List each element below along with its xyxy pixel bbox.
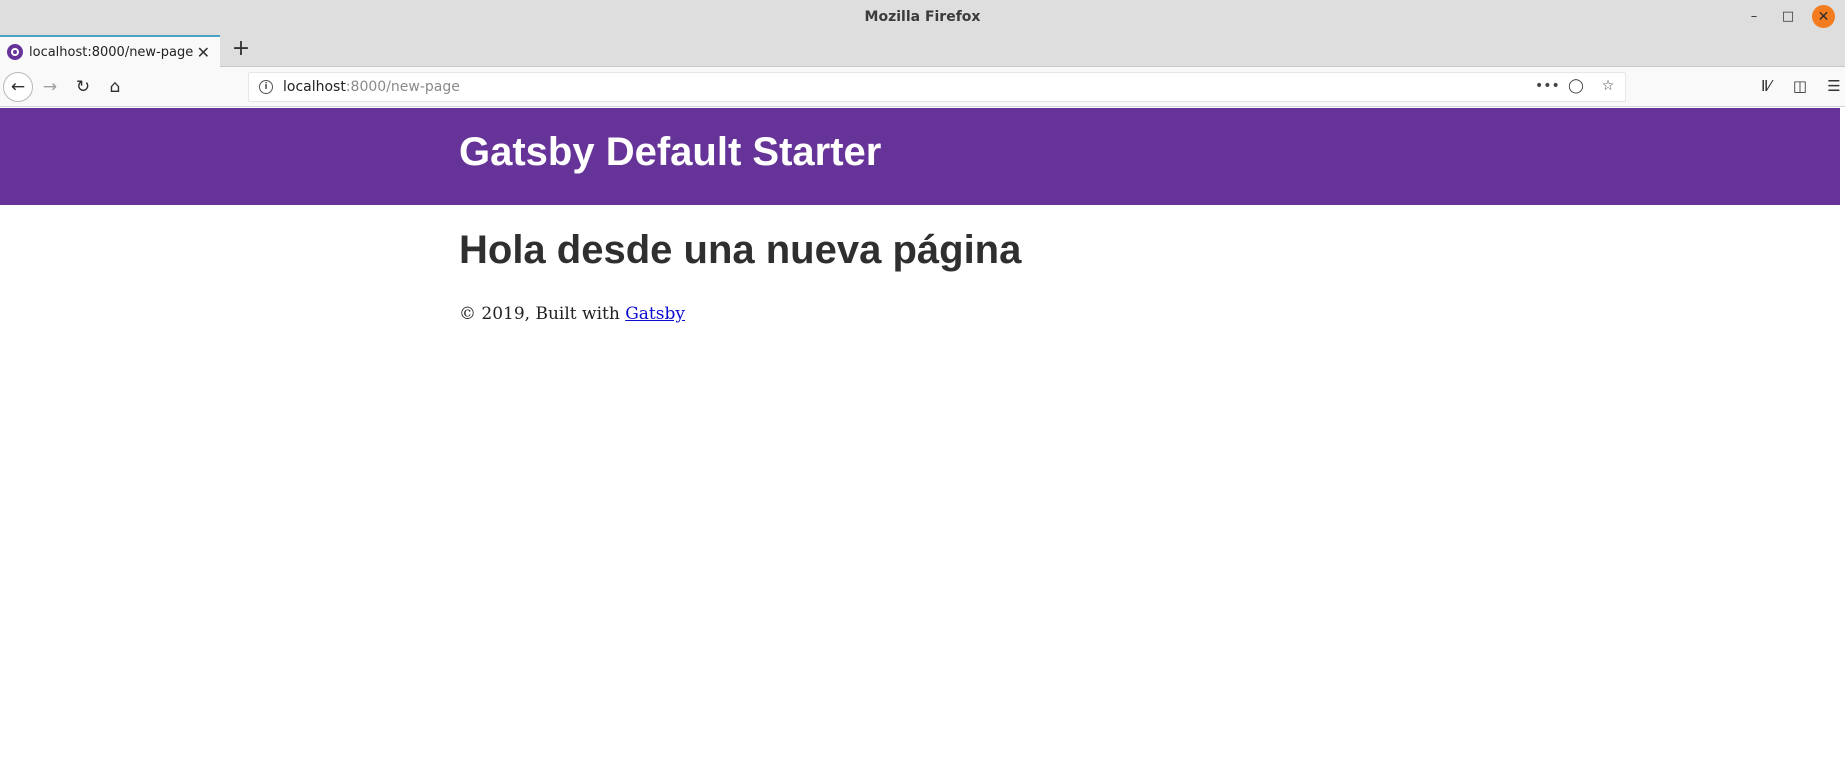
back-arrow-icon[interactable]: ← xyxy=(3,72,33,102)
new-tab-icon[interactable]: + xyxy=(230,38,252,60)
url-path: :8000/new-page xyxy=(345,79,460,95)
gatsby-favicon-icon xyxy=(7,44,23,60)
minimize-icon[interactable]: – xyxy=(1744,7,1764,27)
url-actions: ••• ◯ ☆ xyxy=(1535,78,1617,94)
bookmark-star-icon[interactable]: ☆ xyxy=(1599,78,1617,94)
maximize-icon[interactable]: □ xyxy=(1778,7,1798,27)
page-viewport: Gatsby Default Starter Hola desde una nu… xyxy=(0,108,1840,758)
gatsby-link[interactable]: Gatsby xyxy=(625,304,685,324)
site-info-icon[interactable]: i xyxy=(259,80,273,94)
close-tab-icon[interactable]: ✕ xyxy=(197,43,210,62)
close-window-icon[interactable]: ✕ xyxy=(1812,5,1835,28)
home-icon[interactable]: ⌂ xyxy=(101,73,129,101)
window-title: Mozilla Firefox xyxy=(864,9,981,25)
forward-arrow-icon[interactable]: → xyxy=(36,73,64,101)
menu-icon[interactable]: ☰ xyxy=(1825,77,1843,95)
address-bar[interactable]: i localhost:8000/new-page ••• ◯ ☆ xyxy=(248,72,1626,102)
pocket-icon[interactable]: ◯ xyxy=(1567,78,1585,94)
site-title-link[interactable]: Gatsby Default Starter xyxy=(459,130,881,175)
library-icon[interactable]: Ⅱ⁄ xyxy=(1757,77,1775,95)
site-footer: © 2019, Built with Gatsby xyxy=(459,304,685,324)
tab-strip: localhost:8000/new-page ✕ + xyxy=(0,34,1845,67)
sidebar-icon[interactable]: ◫ xyxy=(1791,77,1809,95)
toolbar-right: Ⅱ⁄ ◫ ☰ xyxy=(1757,77,1843,95)
window-controls: – □ ✕ xyxy=(1744,5,1835,28)
window-titlebar: Mozilla Firefox – □ ✕ xyxy=(0,0,1845,34)
tab-title: localhost:8000/new-page xyxy=(29,44,194,60)
site-header: Gatsby Default Starter xyxy=(0,108,1840,205)
page-heading: Hola desde una nueva página xyxy=(459,228,1022,272)
page-actions-icon[interactable]: ••• xyxy=(1535,78,1560,94)
url-host: localhost xyxy=(283,79,346,95)
tab-active[interactable]: localhost:8000/new-page ✕ xyxy=(0,35,220,67)
footer-text: © 2019, Built with xyxy=(459,304,626,324)
navigation-toolbar: ← → ↻ ⌂ i localhost:8000/new-page ••• ◯ … xyxy=(0,67,1845,107)
reload-icon[interactable]: ↻ xyxy=(69,73,97,101)
